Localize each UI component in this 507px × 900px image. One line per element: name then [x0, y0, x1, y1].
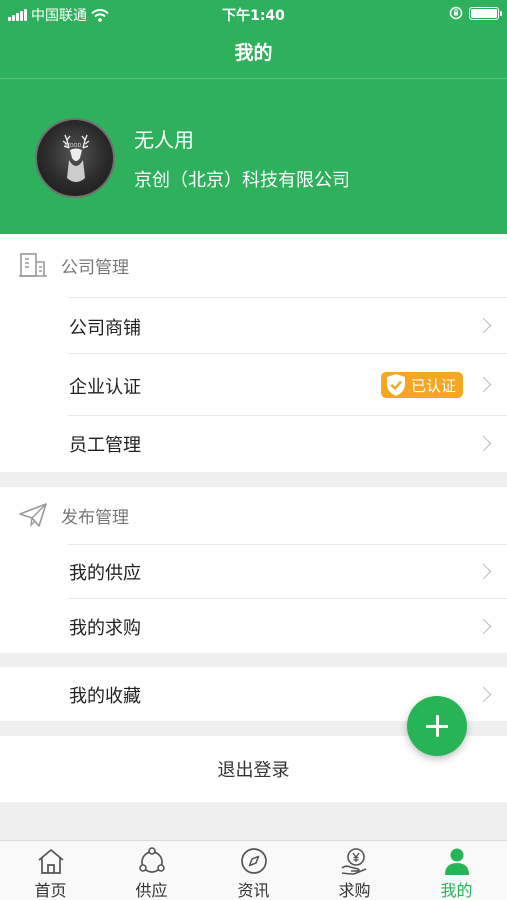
favorites-label: 我的收藏: [69, 686, 141, 707]
clock-text: 下午1:40: [222, 8, 285, 24]
tab-label: 资讯: [237, 881, 270, 900]
tab-purchase[interactable]: 求购: [304, 841, 405, 900]
tab-label: 我的: [440, 881, 473, 900]
yen-hand-icon: [341, 848, 367, 875]
header-divider: [0, 78, 507, 79]
svg-text:WOOD: WOOD: [65, 143, 82, 149]
chevron-right-icon: [475, 686, 492, 703]
supply-icon: [139, 847, 165, 873]
tab-label: 供应: [135, 881, 168, 900]
list-item-label: 公司商铺: [69, 318, 141, 339]
deer-logo-icon: WOOD: [62, 134, 90, 182]
chevron-right-icon: [475, 618, 492, 635]
section-title: 发布管理: [61, 508, 129, 528]
logout-label: 退出登录: [217, 760, 290, 781]
tab-bar: 首页 供应 资讯 求购 我的: [0, 840, 507, 900]
home-icon: [38, 849, 64, 874]
battery-icon: [469, 6, 502, 20]
list-item-label: 员工管理: [69, 435, 141, 456]
company-management-header: 公司管理: [0, 234, 507, 294]
list-item-enterprise-verification[interactable]: 企业认证 已认证: [68, 353, 507, 415]
page-title: 我的: [234, 42, 273, 64]
avatar[interactable]: WOOD: [35, 118, 115, 198]
badge-text: 已认证: [411, 376, 457, 395]
section-title: 公司管理: [61, 258, 129, 278]
tab-supply[interactable]: 供应: [101, 841, 202, 900]
list-item-label: 我的供应: [69, 563, 141, 584]
tab-mine[interactable]: 我的: [406, 841, 507, 900]
user-icon: [445, 848, 469, 875]
add-button[interactable]: [407, 696, 467, 756]
company-management-card: 公司管理 公司商铺 企业认证 已认证 员工管理: [0, 234, 507, 472]
list-item-staff-management[interactable]: 员工管理: [68, 415, 507, 472]
profile-header: 中国联通 下午1:40 我的 WOOD 无人用 京创（北京）科技有限公司: [0, 0, 507, 234]
paper-plane-icon: [19, 503, 47, 527]
verified-badge: 已认证: [381, 372, 463, 398]
chevron-right-icon: [475, 435, 492, 452]
tab-news[interactable]: 资讯: [203, 841, 304, 900]
list-item-company-shop[interactable]: 公司商铺: [68, 297, 507, 353]
user-name: 无人用: [134, 128, 194, 152]
company-name: 京创（北京）科技有限公司: [134, 170, 350, 191]
publish-management-header: 发布管理: [0, 487, 507, 547]
list-item-my-purchase[interactable]: 我的求购: [68, 598, 507, 653]
shield-check-icon: [387, 374, 405, 396]
tab-label: 首页: [34, 881, 67, 900]
status-right: [449, 6, 502, 20]
building-icon: [19, 253, 47, 277]
chevron-right-icon: [475, 317, 492, 334]
status-bar: 中国联通 下午1:40: [0, 0, 507, 28]
compass-icon: [241, 848, 267, 874]
list-item-label: 企业认证: [69, 377, 141, 398]
tab-label: 求购: [338, 881, 371, 900]
chevron-right-icon: [475, 563, 492, 580]
tab-home[interactable]: 首页: [0, 841, 101, 900]
chevron-right-icon: [475, 376, 492, 393]
list-item-my-supply[interactable]: 我的供应: [68, 544, 507, 598]
orientation-lock-icon: [449, 6, 463, 20]
publish-management-card: 发布管理 我的供应 我的求购: [0, 487, 507, 653]
list-item-label: 我的求购: [69, 618, 141, 639]
